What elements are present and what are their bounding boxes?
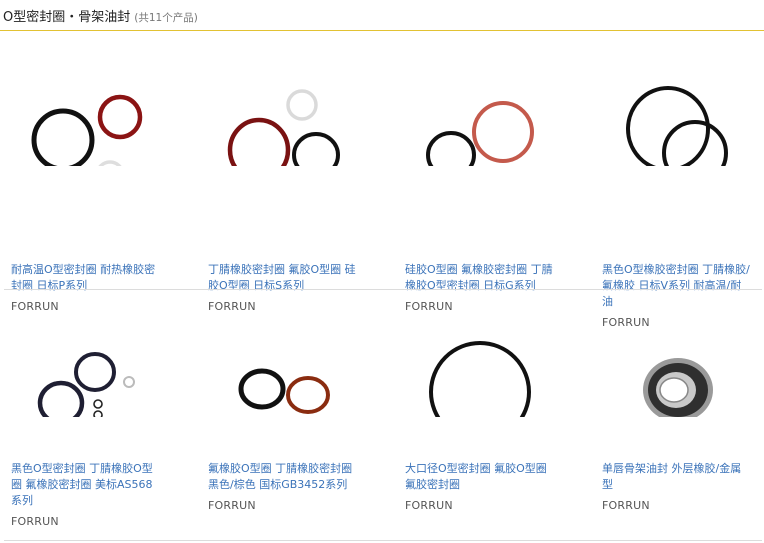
o-ring-set-image <box>426 101 534 166</box>
product-brand: FORRUN <box>208 499 256 512</box>
product-name-link[interactable]: 单唇骨架油封 外层橡胶/金属型 <box>602 461 752 493</box>
product-name-link[interactable]: 黑色O型密封圈 丁腈橡胶O型圈 氟橡胶密封圈 美标AS568系列 <box>11 461 161 509</box>
oil-seal-image <box>643 358 713 417</box>
o-ring-set-image <box>626 86 728 166</box>
product-image[interactable] <box>602 282 764 417</box>
o-ring-set-image <box>31 94 143 166</box>
product-count: (共11个产品) <box>134 12 198 24</box>
product-image[interactable] <box>405 31 573 166</box>
product-image[interactable] <box>602 31 764 166</box>
o-ring-set-image <box>429 341 531 417</box>
product-image[interactable] <box>11 282 179 417</box>
product-image[interactable] <box>208 31 376 166</box>
product-name-link[interactable]: 大口径O型密封圈 氟胶O型圈 氟胶密封圈 <box>405 461 555 493</box>
o-ring-set-image <box>227 89 340 166</box>
o-ring-set-image <box>37 352 135 417</box>
product-brand: FORRUN <box>602 499 650 512</box>
product-grid: 耐高温O型密封圈 耐热橡胶密封圈 日标P系列 FORRUN 丁腈橡胶密封圈 氟胶… <box>0 31 764 543</box>
section-title-text: O型密封圈・骨架油封 <box>3 10 131 25</box>
section-title: O型密封圈・骨架油封 (共11个产品) <box>3 6 198 25</box>
product-brand: FORRUN <box>11 515 59 528</box>
product-brand: FORRUN <box>405 499 453 512</box>
row-divider <box>4 540 762 541</box>
section-header: O型密封圈・骨架油封 (共11个产品) <box>0 0 764 31</box>
product-image[interactable] <box>208 282 376 417</box>
o-ring-set-image <box>238 368 330 414</box>
product-name-link[interactable]: 氟橡胶O型圈 丁腈橡胶密封圈 黑色/棕色 国标GB3452系列 <box>208 461 358 493</box>
product-image[interactable] <box>405 282 573 417</box>
product-image[interactable] <box>11 31 179 166</box>
